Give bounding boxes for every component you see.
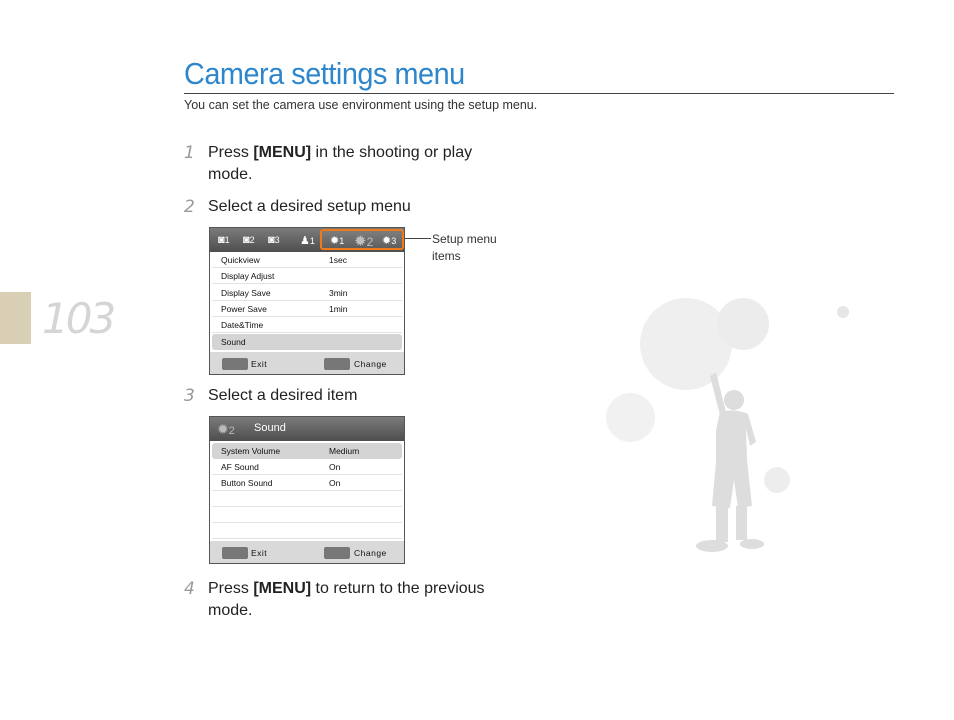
step-number: 1 [184,143,195,163]
menu-row [212,507,402,523]
change-label: Change [354,359,387,369]
step-number: 3 [184,386,195,406]
menu-row[interactable]: AF Sound On [212,459,402,475]
page-number: 103 [42,294,116,343]
decor-circle [606,393,655,442]
exit-label: Exit [251,359,268,369]
change-label: Change [354,548,387,558]
camera-icon: ◙ [243,234,250,246]
menu-row[interactable]: Date&Time [212,317,402,333]
camera-tab-2[interactable]: ◙2 [243,234,255,246]
screen-bottom-bar: Exit Change [210,352,404,374]
screen-bottom-bar: Exit Change [210,541,404,563]
step-number: 2 [184,197,195,217]
step-text: Press [MENU] in the shooting or play mod… [208,144,473,183]
setup-menu-screen: ◙1 ◙2 ◙3 ♟1 ✹1 ✹2 ✹3 Quickview 1sec Displ… [209,227,405,375]
page-subtitle: You can set the camera use environment u… [184,98,538,112]
menu-row[interactable]: Display Save 3min [212,285,402,301]
exit-key-icon[interactable] [222,547,248,559]
sound-header-bar: ✹2 Sound [210,417,404,441]
person-tab-1[interactable]: ♟1 [300,234,315,247]
exit-label: Exit [251,548,268,558]
title-divider [184,93,894,94]
menu-row [212,523,402,539]
menu-row[interactable]: Display Adjust [212,268,402,284]
callout-line [405,238,431,239]
decor-circle [717,298,769,350]
camera-tab-3[interactable]: ◙3 [268,234,280,246]
menu-row[interactable]: Button Sound On [212,475,402,491]
step-text: Select a desired setup menu [208,198,411,215]
menu-row[interactable]: Quickview 1sec [212,252,402,268]
change-key-icon[interactable] [324,547,350,559]
step-text: Select a desired item [208,387,358,404]
camera-icon: ◙ [218,234,225,246]
callout-label: Setup menu items [432,232,497,263]
menu-row[interactable]: Power Save 1min [212,301,402,317]
decor-circle [837,306,849,318]
camera-icon: ◙ [268,234,275,246]
setup-tab-2: ✹2 [217,421,235,437]
step-number: 4 [184,579,195,599]
menu-tab-bar: ◙1 ◙2 ◙3 ♟1 ✹1 ✹2 ✹3 [210,228,404,252]
sound-header-title: Sound [254,422,286,434]
menu-row-selected[interactable]: System Volume Medium [212,443,402,459]
pointing-child-illustration [696,372,764,552]
page-title: Camera settings menu [184,56,465,91]
sound-menu-screen: ✹2 Sound System Volume Medium AF Sound On … [209,416,405,564]
gear-icon: ✹ [217,421,229,437]
change-key-icon[interactable] [324,358,350,370]
menu-row [212,491,402,507]
setup-menu-highlight [320,229,404,250]
person-icon: ♟ [300,235,310,247]
step-text: Press [MENU] to return to the previous m… [208,580,485,619]
camera-tab-1[interactable]: ◙1 [218,234,230,246]
page-tab-marker [0,292,31,344]
exit-key-icon[interactable] [222,358,248,370]
menu-row-selected[interactable]: Sound [212,334,402,350]
